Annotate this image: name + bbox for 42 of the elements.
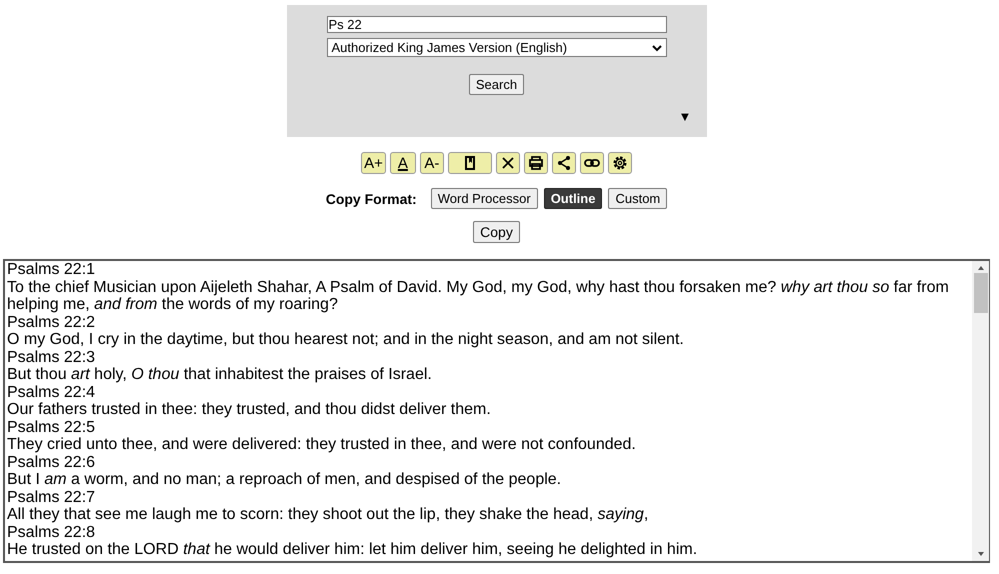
font-size-button[interactable]: A- <box>420 152 444 174</box>
copy-button[interactable]: Copy <box>473 221 520 243</box>
verse-text: But thou art holy, O thou that inhabitest the praises of Israel. <box>7 366 433 384</box>
scrollbar-thumb[interactable] <box>974 273 988 313</box>
verse-reference: Psalms 22:3 <box>7 348 96 366</box>
search-button[interactable]: Search <box>468 74 524 95</box>
verse-text: O my God, I cry in the daytime, but thou hearest not; and in the night season, and am not silent. <box>7 331 685 348</box>
chevron-down-icon <box>652 44 662 52</box>
verse-reference: Psalms 22:6 <box>7 454 96 471</box>
verse-text: But I am a worm, and no man; a reproach of men, and despised of the people. <box>7 471 562 488</box>
share-button[interactable] <box>552 152 576 174</box>
close-button[interactable] <box>496 152 520 174</box>
scroll-down-icon <box>976 551 984 557</box>
verse-text: He trusted on the LORD that he would deliver him: let him deliver him, seeing he delighted in him. <box>7 541 698 558</box>
verse-text: They cried unto thee, and were delivered: they trusted in thee, and were not confounded. <box>7 436 637 454</box>
verse-reference: Psalms 22:8 <box>7 524 96 541</box>
close-icon <box>500 155 516 171</box>
printer-icon <box>528 155 544 171</box>
version-dropdown[interactable]: Authorized King James Version (English) <box>326 38 666 57</box>
format-option[interactable]: Custom <box>608 188 668 209</box>
font-size-button[interactable]: A+ <box>361 152 386 174</box>
verse-reference: Psalms 22:4 <box>7 384 96 401</box>
settings-button[interactable] <box>608 152 632 174</box>
search-field[interactable]: Ps 22 <box>326 16 666 33</box>
copy-format-label: Copy Format: <box>326 190 417 206</box>
verse-text: All they that see me laugh me to scorn: they shoot out the lip, they shake the head, saying, <box>7 506 650 524</box>
format-option[interactable]: Word Processor <box>430 188 538 209</box>
printer-button[interactable] <box>524 152 548 174</box>
verse-reference: Psalms 22:5 <box>7 418 96 436</box>
scroll-up-icon <box>976 265 984 271</box>
verse-text: To the chief Musician upon Aijeleth Shahar, A Psalm of David. My God, my God, why hast thou forsaken me? why art thou so far from helping me, and from the words of my roaring? <box>7 278 950 314</box>
settings-icon <box>612 155 628 171</box>
underline-button[interactable]: A <box>390 152 416 174</box>
format-option[interactable]: Outline <box>544 188 602 209</box>
verse-reference: Psalms 22:7 <box>7 488 96 506</box>
book-button[interactable] <box>448 152 492 174</box>
share-icon <box>556 155 572 171</box>
verse-text: Our fathers trusted in thee: they trusted, and thou didst deliver them. <box>7 401 492 418</box>
collapse-toggle[interactable]: ▼ <box>678 109 692 124</box>
verse-reference: Psalms 22:1 <box>7 261 96 278</box>
link-button[interactable] <box>580 152 604 174</box>
verse-reference: Psalms 22:2 <box>7 314 96 331</box>
